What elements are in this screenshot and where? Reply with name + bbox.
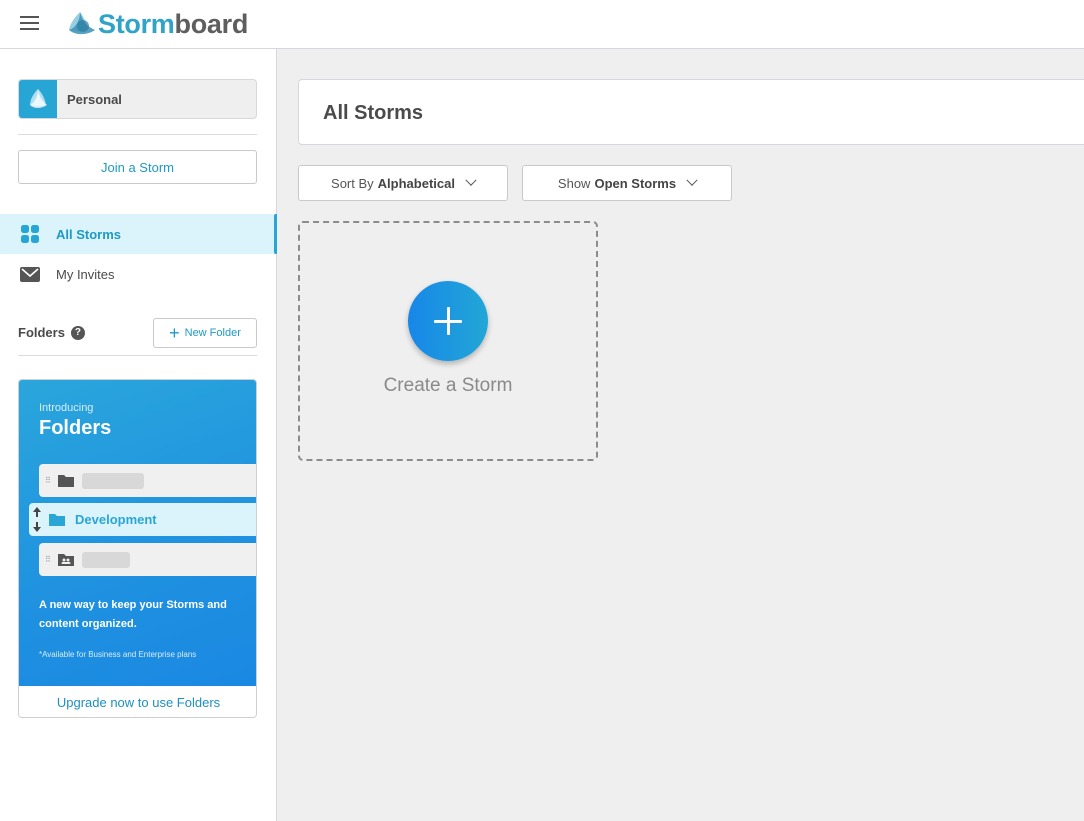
plus-icon[interactable] <box>408 281 488 361</box>
divider <box>18 355 257 356</box>
folders-promo-card: Introducing Folders ⠿ Development ⠿ A ne… <box>18 379 257 718</box>
join-storm-button[interactable]: Join a Storm <box>18 150 257 184</box>
shared-folder-icon <box>58 554 74 566</box>
logo-icon <box>69 12 95 35</box>
sidebar-item-all-storms[interactable]: All Storms <box>0 214 277 254</box>
move-arrows-icon <box>33 507 41 532</box>
new-folder-button[interactable]: + New Folder <box>153 318 257 348</box>
grid-icon <box>21 225 39 243</box>
placeholder-bar <box>82 472 144 489</box>
sidebar: Personal Join a Storm All Storms My Invi… <box>0 49 277 821</box>
example-folder-row-dragging: Development <box>29 503 256 536</box>
folder-icon <box>49 514 65 526</box>
example-folder-row: ⠿ <box>39 464 256 497</box>
placeholder-bar <box>82 551 130 568</box>
workspace-logo-icon <box>19 80 57 118</box>
promo-banner: Introducing Folders ⠿ Development ⠿ A ne… <box>19 380 256 686</box>
top-bar: Stormboard <box>0 0 1084 49</box>
nav-label: My Invites <box>56 266 115 282</box>
create-storm-label: Create a Storm <box>383 375 513 396</box>
promo-intro: Introducing <box>39 402 94 414</box>
filter-prefix: Show <box>557 175 591 191</box>
workspace-label: Personal <box>67 91 122 107</box>
divider <box>18 134 257 135</box>
example-folder-row: ⠿ <box>39 543 256 576</box>
promo-description: A new way to keep your Storms and conten… <box>39 599 227 630</box>
folder-icon <box>58 475 74 487</box>
menu-icon[interactable] <box>20 16 40 32</box>
nav-label: All Storms <box>56 226 122 242</box>
logo-text-board: board <box>174 8 249 39</box>
main-content: All Storms Sort By Alphabetical Show Ope… <box>278 49 1084 821</box>
drag-handle-icon: ⠿ <box>45 476 51 485</box>
page-title: All Storms <box>323 102 424 124</box>
filter-value: Open Storms <box>594 175 677 191</box>
drag-handle-icon: ⠿ <box>45 555 51 564</box>
create-storm-card[interactable]: Create a Storm <box>298 221 598 461</box>
chevron-down-icon <box>465 174 477 186</box>
sort-dropdown[interactable]: Sort By Alphabetical <box>298 165 508 201</box>
logo-text-storm: Storm <box>98 8 175 39</box>
plus-icon: + <box>169 323 180 343</box>
sort-prefix: Sort By <box>331 175 374 191</box>
promo-title: Folders <box>39 417 112 439</box>
logo-text: Stormboard <box>98 9 248 40</box>
sort-value: Alphabetical <box>377 175 455 191</box>
stormboard-logo[interactable]: Stormboard <box>66 7 248 41</box>
promo-note: *Available for Business and Enterprise p… <box>39 650 197 659</box>
title-card: All Storms <box>298 79 1084 145</box>
workspace-selector[interactable]: Personal <box>18 79 257 119</box>
folders-heading: Folders ? <box>18 325 85 340</box>
sidebar-item-my-invites[interactable]: My Invites <box>0 254 277 294</box>
filter-dropdown[interactable]: Show Open Storms <box>522 165 732 201</box>
chevron-down-icon <box>686 174 698 186</box>
example-folder-name: Development <box>75 512 157 527</box>
new-folder-label: New Folder <box>184 327 241 339</box>
help-icon[interactable]: ? <box>70 325 85 340</box>
envelope-icon <box>20 267 40 282</box>
upgrade-link[interactable]: Upgrade now to use Folders <box>19 686 256 717</box>
folders-label: Folders <box>18 325 65 340</box>
